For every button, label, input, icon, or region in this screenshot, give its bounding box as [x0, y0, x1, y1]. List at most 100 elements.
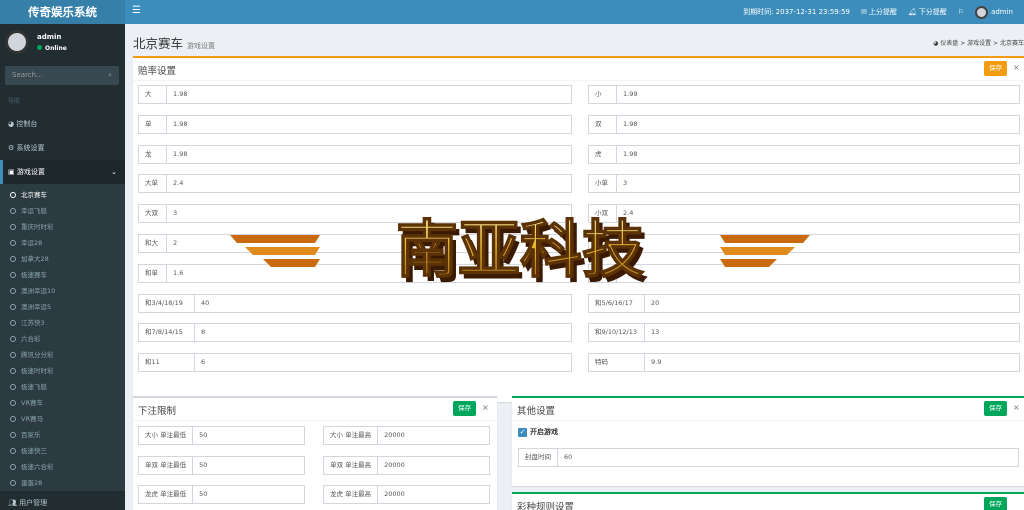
field-label: 单双 单注最高: [324, 456, 379, 474]
sidebar-game-item[interactable]: 江苏快3: [0, 315, 125, 331]
circle-icon: [10, 352, 16, 358]
sidebar-game-item[interactable]: 幸运28: [0, 235, 125, 251]
bars-icon[interactable]: ☰: [132, 6, 141, 16]
setting-field[interactable]: 和5/6/16/17 20: [588, 293, 1020, 313]
sidebar-game-item[interactable]: 幸运飞艇: [0, 203, 125, 219]
watermark-logo: 南亚科技 南亚科技: [230, 212, 810, 285]
save-button[interactable]: 保存: [984, 401, 1007, 416]
search-input[interactable]: Search... ⌕: [5, 66, 119, 85]
setting-field[interactable]: 龙虎 单注最高 20000: [323, 485, 490, 504]
field-value: 6: [201, 358, 206, 367]
setting-field[interactable]: 和7/8/14/15 8: [138, 323, 572, 343]
field-label: 和3/4/18/19: [139, 294, 195, 312]
envelope-icon: ✉: [861, 8, 867, 16]
sidebar-game-item[interactable]: 极速快三: [0, 443, 125, 459]
setting-field[interactable]: 双 1.98: [588, 114, 1020, 134]
field-label: 封盘时间: [519, 449, 558, 466]
save-button[interactable]: 保存: [984, 61, 1007, 76]
setting-field[interactable]: 大单 2.4: [138, 174, 572, 194]
setting-field[interactable]: 和9/10/12/13 13: [588, 323, 1020, 343]
field-value: 1.98: [623, 149, 638, 158]
check-icon: ✓: [518, 427, 527, 437]
up-alert-link[interactable]: ✉ 上分提醒: [861, 7, 897, 17]
sidebar-game-item[interactable]: 北京赛车: [0, 187, 125, 203]
field-label: 龙: [139, 145, 167, 163]
field-value: 50: [199, 431, 208, 439]
chevron-down-icon: ⌄: [111, 168, 117, 176]
setting-field[interactable]: 和11 6: [138, 353, 572, 373]
sidebar-item-games[interactable]: ▣ 游戏设置 ⌄: [0, 160, 125, 184]
app-logo[interactable]: 传奇娱乐系统: [0, 0, 125, 24]
setting-field[interactable]: 单双 单注最高 20000: [323, 455, 490, 475]
close-icon[interactable]: ×: [1013, 403, 1020, 412]
sidebar-game-item[interactable]: 百家乐: [0, 427, 125, 443]
sidebar-item-users[interactable]: 👥︎ 用户管理: [0, 491, 125, 510]
open-game-checkbox[interactable]: ✓ 开启游戏: [518, 427, 558, 437]
sidebar-game-item[interactable]: 极速飞艇: [0, 379, 125, 395]
odds-title: 赔率设置: [138, 66, 177, 77]
search-icon[interactable]: ⌕: [108, 66, 112, 85]
user-status: Online: [37, 45, 67, 52]
setting-field[interactable]: 龙虎 单注最低 50: [138, 485, 305, 504]
sidebar-item-dashboard[interactable]: ◕ 控制台: [0, 112, 125, 136]
setting-field[interactable]: 单双 单注最低 50: [138, 455, 305, 475]
sidebar-game-item[interactable]: 腾讯分分彩: [0, 347, 125, 363]
save-button[interactable]: 保存: [453, 401, 476, 416]
setting-field[interactable]: 大小 单注最低 50: [138, 426, 305, 445]
setting-field[interactable]: 小单 3: [588, 174, 1020, 194]
sidebar-game-item[interactable]: 澳洲幸运10: [0, 283, 125, 299]
setting-field[interactable]: 大小 单注最高 20000: [323, 426, 490, 445]
setting-field[interactable]: 单 1.98: [138, 114, 572, 134]
field-label: 大: [139, 86, 167, 103]
sidebar-game-item[interactable]: 重庆时时彩: [0, 219, 125, 235]
setting-field[interactable]: 虎 1.98: [588, 144, 1020, 164]
user-panel: admin Online: [0, 24, 125, 64]
breadcrumb-section[interactable]: 游戏设置: [967, 40, 991, 47]
avatar: [975, 5, 989, 19]
flag-icon[interactable]: ⚐: [958, 8, 964, 16]
close-icon[interactable]: ×: [1013, 63, 1020, 72]
setting-field[interactable]: 小 1.99: [588, 85, 1020, 104]
sidebar-game-item[interactable]: 蛋蛋28: [0, 475, 125, 491]
user-menu[interactable]: admin: [975, 5, 1013, 19]
sidebar-game-item[interactable]: VR赛马: [0, 411, 125, 427]
field-value: 3: [623, 179, 628, 188]
sidebar-game-item[interactable]: 极速时时彩: [0, 363, 125, 379]
user-name: admin: [37, 33, 62, 41]
sidebar-item-settings[interactable]: ⚙ 系统设置: [0, 136, 125, 160]
down-alert-link[interactable]: 🔔︎ 下分提醒: [908, 7, 947, 17]
sidebar-game-item[interactable]: 加拿大28: [0, 251, 125, 267]
field-label: 龙虎 单注最低: [139, 486, 194, 503]
sidebar-game-item[interactable]: 极速六合彩: [0, 459, 125, 475]
sidebar-game-item[interactable]: 极速赛车: [0, 267, 125, 283]
setting-field[interactable]: 特码 9.9: [588, 353, 1020, 373]
sidebar-game-item[interactable]: VR赛车: [0, 395, 125, 411]
breadcrumb-home[interactable]: 仪表盘: [940, 40, 958, 47]
field-value: 50: [199, 460, 208, 469]
circle-icon: [10, 208, 16, 214]
circle-icon: [10, 416, 16, 422]
setting-field[interactable]: 和3/4/18/19 40: [138, 293, 572, 313]
field-value: 1.98: [173, 119, 188, 128]
field-label: 和7/8/14/15: [139, 324, 195, 342]
field-value: 9.9: [651, 358, 662, 367]
field-value: 20000: [384, 460, 405, 469]
field-value: 20000: [384, 431, 405, 439]
nav-header: 导航: [8, 98, 21, 105]
setting-field[interactable]: 龙 1.98: [138, 144, 572, 164]
field-label: 大双: [139, 205, 167, 223]
sidebar-game-item[interactable]: 澳洲幸运5: [0, 299, 125, 315]
limit-title: 下注限制: [138, 406, 177, 417]
field-label: 大单: [139, 175, 167, 193]
save-button[interactable]: 保存: [984, 497, 1007, 510]
field-label: 大小 单注最低: [139, 427, 194, 444]
close-time-field[interactable]: 封盘时间 60: [518, 448, 1019, 467]
field-label: 虎: [589, 145, 617, 163]
setting-field[interactable]: 大 1.98: [138, 85, 572, 104]
field-label: 和单: [139, 264, 167, 282]
close-icon[interactable]: ×: [482, 403, 489, 412]
field-label: 和9/10/12/13: [589, 324, 645, 342]
sidebar-game-item[interactable]: 六合彩: [0, 331, 125, 347]
circle-icon: [10, 448, 16, 454]
field-value: 2.4: [173, 179, 184, 188]
